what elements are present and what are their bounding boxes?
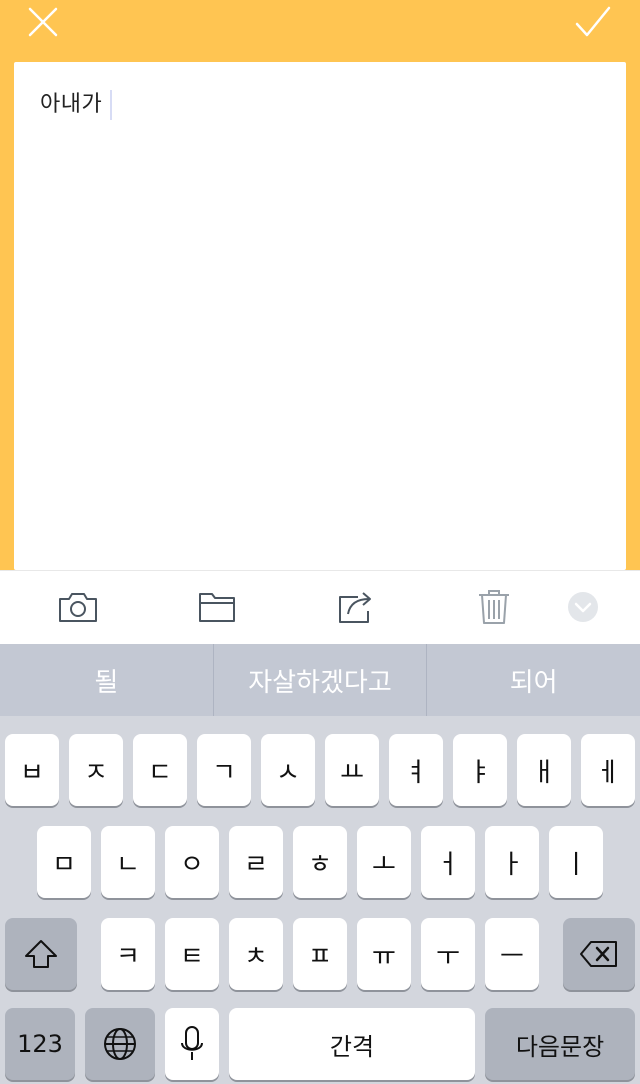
key[interactable]: ㄱ <box>197 734 251 806</box>
key[interactable]: ㅡ <box>485 918 539 990</box>
globe-icon <box>104 1028 136 1060</box>
return-key[interactable]: 다음문장 <box>485 1008 635 1080</box>
key[interactable]: ㄷ <box>133 734 187 806</box>
key[interactable]: ㅕ <box>389 734 443 806</box>
key[interactable]: ㅌ <box>165 918 219 990</box>
key[interactable]: ㅏ <box>485 826 539 898</box>
share-button[interactable] <box>334 587 378 627</box>
camera-icon <box>59 593 97 622</box>
close-icon <box>28 7 58 37</box>
shift-icon <box>25 940 57 968</box>
suggestion-2[interactable]: 자살하겠다고 <box>214 644 427 716</box>
key[interactable]: ㅎ <box>293 826 347 898</box>
collapse-button[interactable] <box>561 587 605 627</box>
key[interactable]: ㅣ <box>549 826 603 898</box>
collapse-icon <box>568 592 598 622</box>
key[interactable]: ㅔ <box>581 734 635 806</box>
delete-key[interactable] <box>563 918 635 990</box>
key[interactable]: ㅋ <box>101 918 155 990</box>
microphone-icon <box>181 1026 203 1060</box>
editor-toolbar <box>0 570 640 644</box>
key[interactable]: ㅁ <box>37 826 91 898</box>
note-text: 아내가 <box>40 92 103 117</box>
key[interactable]: ㅅ <box>261 734 315 806</box>
text-cursor <box>110 90 113 120</box>
suggestion-3[interactable]: 되어 <box>427 644 640 716</box>
key[interactable]: ㅍ <box>293 918 347 990</box>
checkmark-icon <box>575 6 611 37</box>
key[interactable]: ㅊ <box>229 918 283 990</box>
done-button[interactable] <box>568 0 618 44</box>
trash-icon <box>479 590 509 624</box>
key[interactable]: ㅗ <box>357 826 411 898</box>
folder-icon <box>199 593 235 622</box>
note-editor[interactable]: 아내가 <box>14 62 626 570</box>
key[interactable]: ㄴ <box>101 826 155 898</box>
key[interactable]: ㅠ <box>357 918 411 990</box>
space-key[interactable]: 간격 <box>229 1008 475 1080</box>
delete-button[interactable] <box>472 587 516 627</box>
key[interactable]: ㅑ <box>453 734 507 806</box>
share-icon <box>339 592 371 623</box>
numbers-key[interactable]: 123 <box>5 1008 75 1080</box>
key[interactable]: ㅓ <box>421 826 475 898</box>
folder-button[interactable] <box>195 587 239 627</box>
dictation-key[interactable] <box>165 1008 219 1080</box>
key[interactable]: ㅂ <box>5 734 59 806</box>
key[interactable]: ㅐ <box>517 734 571 806</box>
key[interactable]: ㅜ <box>421 918 475 990</box>
note-text-line: 아내가 <box>40 86 113 120</box>
keyboard: 될 자살하겠다고 되어 ㅂ ㅈ ㄷ ㄱ ㅅ ㅛ ㅕ ㅑ ㅐ ㅔ ㅁ ㄴ ㅇ ㄹ … <box>0 644 640 1084</box>
key[interactable]: ㅛ <box>325 734 379 806</box>
shift-key[interactable] <box>5 918 77 990</box>
suggestion-1[interactable]: 될 <box>0 644 213 716</box>
camera-button[interactable] <box>56 587 100 627</box>
suggestion-bar: 될 자살하겠다고 되어 <box>0 644 640 716</box>
globe-key[interactable] <box>85 1008 155 1080</box>
close-button[interactable] <box>18 0 68 44</box>
top-bar <box>0 0 640 62</box>
backspace-icon <box>580 941 617 967</box>
key[interactable]: ㅇ <box>165 826 219 898</box>
key[interactable]: ㄹ <box>229 826 283 898</box>
key[interactable]: ㅈ <box>69 734 123 806</box>
